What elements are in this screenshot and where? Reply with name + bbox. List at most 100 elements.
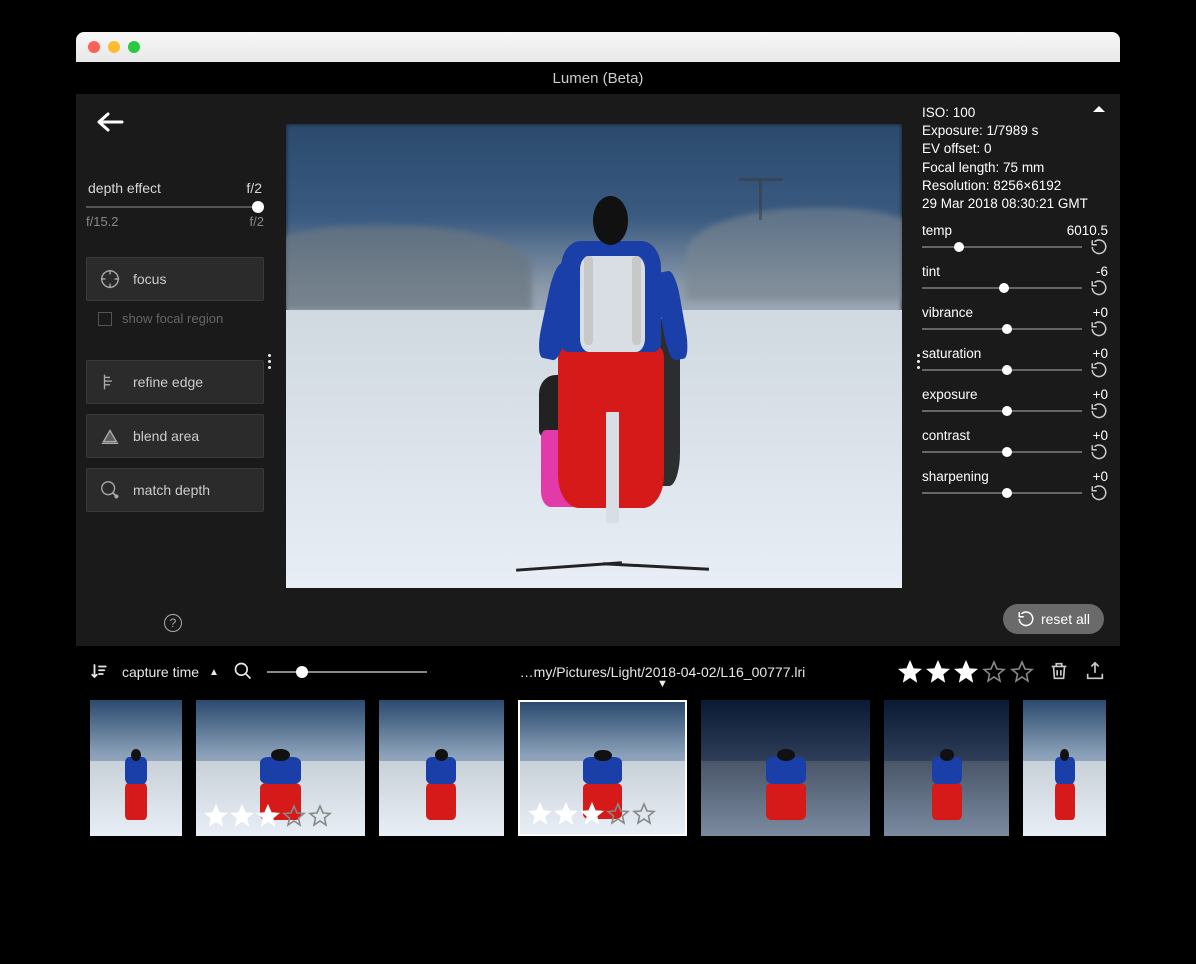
meta-resolution: Resolution: 8256×6192 <box>922 177 1108 195</box>
filmstrip-toolbar: capture time ▲ …my/Pictures/Light/2018-0… <box>90 654 1106 690</box>
delete-button[interactable] <box>1048 660 1070 685</box>
saturation-control: saturation +0 <box>922 346 1108 379</box>
main-photo[interactable] <box>286 124 902 588</box>
depth-min-label: f/15.2 <box>86 214 119 229</box>
reset-all-label: reset all <box>1041 611 1090 627</box>
refine-edge-button[interactable]: refine edge <box>86 360 264 404</box>
tint-slider[interactable] <box>922 282 1082 294</box>
temp-label: temp <box>922 223 952 238</box>
saturation-reset-button[interactable] <box>1090 361 1108 379</box>
contrast-slider[interactable] <box>922 446 1082 458</box>
tint-reset-button[interactable] <box>1090 279 1108 297</box>
refine-edge-icon <box>99 371 121 393</box>
sort-direction-button[interactable] <box>90 662 108 683</box>
meta-exposure: Exposure: 1/7989 s <box>922 122 1108 140</box>
exposure-slider[interactable] <box>922 405 1082 417</box>
depth-effect-value: f/2 <box>246 180 262 196</box>
vibrance-reset-button[interactable] <box>1090 320 1108 338</box>
mac-titlebar <box>76 32 1120 62</box>
metadata-collapse-button[interactable] <box>1092 102 1106 117</box>
thumbnail-3[interactable] <box>518 700 687 836</box>
rating-star-1[interactable] <box>898 660 922 684</box>
thumbnail-4[interactable] <box>701 700 870 836</box>
depth-max-label: f/2 <box>250 214 264 229</box>
thumbnail-6[interactable] <box>1023 700 1106 836</box>
focus-icon <box>99 268 121 290</box>
sort-field-dropdown[interactable]: capture time ▲ <box>122 664 219 680</box>
rating-star-3[interactable] <box>954 660 978 684</box>
saturation-slider[interactable] <box>922 364 1082 376</box>
thumbnail-5[interactable] <box>884 700 1009 836</box>
right-panel: ISO: 100 Exposure: 1/7989 s EV offset: 0… <box>914 94 1120 646</box>
filmstrip-bar: capture time ▲ …my/Pictures/Light/2018-0… <box>76 646 1120 866</box>
focus-button[interactable]: focus <box>86 257 264 301</box>
export-button[interactable] <box>1084 660 1106 685</box>
saturation-label: saturation <box>922 346 981 361</box>
thumbnail-2[interactable] <box>379 700 504 836</box>
exposure-label: exposure <box>922 387 978 402</box>
exposure-value: +0 <box>1093 387 1108 402</box>
rating-stars[interactable] <box>898 660 1034 684</box>
filmstrip[interactable] <box>90 690 1106 866</box>
meta-date: 29 Mar 2018 08:30:21 GMT <box>922 195 1108 213</box>
vibrance-slider[interactable] <box>922 323 1082 335</box>
match-depth-button[interactable]: match depth <box>86 468 264 512</box>
file-path: …my/Pictures/Light/2018-04-02/L16_00777.… <box>441 664 884 680</box>
thumbnail-zoom-slider[interactable] <box>267 665 427 679</box>
window-close-button[interactable] <box>88 41 100 53</box>
depth-effect-slider[interactable] <box>86 198 264 216</box>
temp-control: temp 6010.5 <box>922 223 1108 256</box>
thumbnail-1-rating <box>204 804 332 828</box>
sharpening-control: sharpening +0 <box>922 469 1108 502</box>
blend-area-label: blend area <box>133 428 199 444</box>
meta-ev: EV offset: 0 <box>922 140 1108 158</box>
match-depth-label: match depth <box>133 482 210 498</box>
thumbnail-0[interactable] <box>90 700 182 836</box>
depth-effect-row: depth effect f/2 <box>86 180 264 196</box>
exposure-control: exposure +0 <box>922 387 1108 420</box>
main-area: depth effect f/2 f/15.2 f/2 focus <box>76 94 1120 646</box>
tint-value: -6 <box>1096 264 1108 279</box>
left-panel-handle[interactable] <box>268 354 271 369</box>
app-title-bar: Lumen (Beta) <box>76 62 1120 94</box>
thumbnail-1[interactable] <box>196 700 365 836</box>
sharpening-value: +0 <box>1093 469 1108 484</box>
metadata-block: ISO: 100 Exposure: 1/7989 s EV offset: 0… <box>922 104 1108 213</box>
meta-iso: ISO: 100 <box>922 104 1108 122</box>
temp-reset-button[interactable] <box>1090 238 1108 256</box>
left-panel: depth effect f/2 f/15.2 f/2 focus <box>76 94 274 646</box>
show-focal-label: show focal region <box>122 311 223 326</box>
depth-effect-label: depth effect <box>88 180 161 196</box>
checkbox-icon <box>98 312 112 326</box>
vibrance-control: vibrance +0 <box>922 305 1108 338</box>
rating-star-2[interactable] <box>926 660 950 684</box>
meta-focal: Focal length: 75 mm <box>922 159 1108 177</box>
back-button[interactable] <box>96 108 264 140</box>
reset-all-button[interactable]: reset all <box>1003 604 1104 634</box>
show-focal-region-checkbox[interactable]: show focal region <box>86 301 264 336</box>
contrast-label: contrast <box>922 428 970 443</box>
contrast-reset-button[interactable] <box>1090 443 1108 461</box>
app-window: Lumen (Beta) depth effect f/2 f/15.2 f/2 <box>76 32 1120 866</box>
window-minimize-button[interactable] <box>108 41 120 53</box>
app-title: Lumen (Beta) <box>553 70 644 87</box>
sharpening-reset-button[interactable] <box>1090 484 1108 502</box>
temp-slider[interactable] <box>922 241 1082 253</box>
blend-area-button[interactable]: blend area <box>86 414 264 458</box>
vibrance-label: vibrance <box>922 305 973 320</box>
window-zoom-button[interactable] <box>128 41 140 53</box>
chevron-down-icon[interactable]: ▼ <box>657 678 668 690</box>
image-viewport <box>274 94 914 646</box>
tint-label: tint <box>922 264 940 279</box>
chevron-up-icon: ▲ <box>209 667 219 678</box>
help-button[interactable]: ? <box>164 614 182 632</box>
blend-area-icon <box>99 425 121 447</box>
rating-star-5[interactable] <box>1010 660 1034 684</box>
sharpening-slider[interactable] <box>922 487 1082 499</box>
depth-slider-labels: f/15.2 f/2 <box>86 214 264 229</box>
rating-star-4[interactable] <box>982 660 1006 684</box>
exposure-reset-button[interactable] <box>1090 402 1108 420</box>
refine-edge-label: refine edge <box>133 374 203 390</box>
sharpening-label: sharpening <box>922 469 989 484</box>
contrast-control: contrast +0 <box>922 428 1108 461</box>
